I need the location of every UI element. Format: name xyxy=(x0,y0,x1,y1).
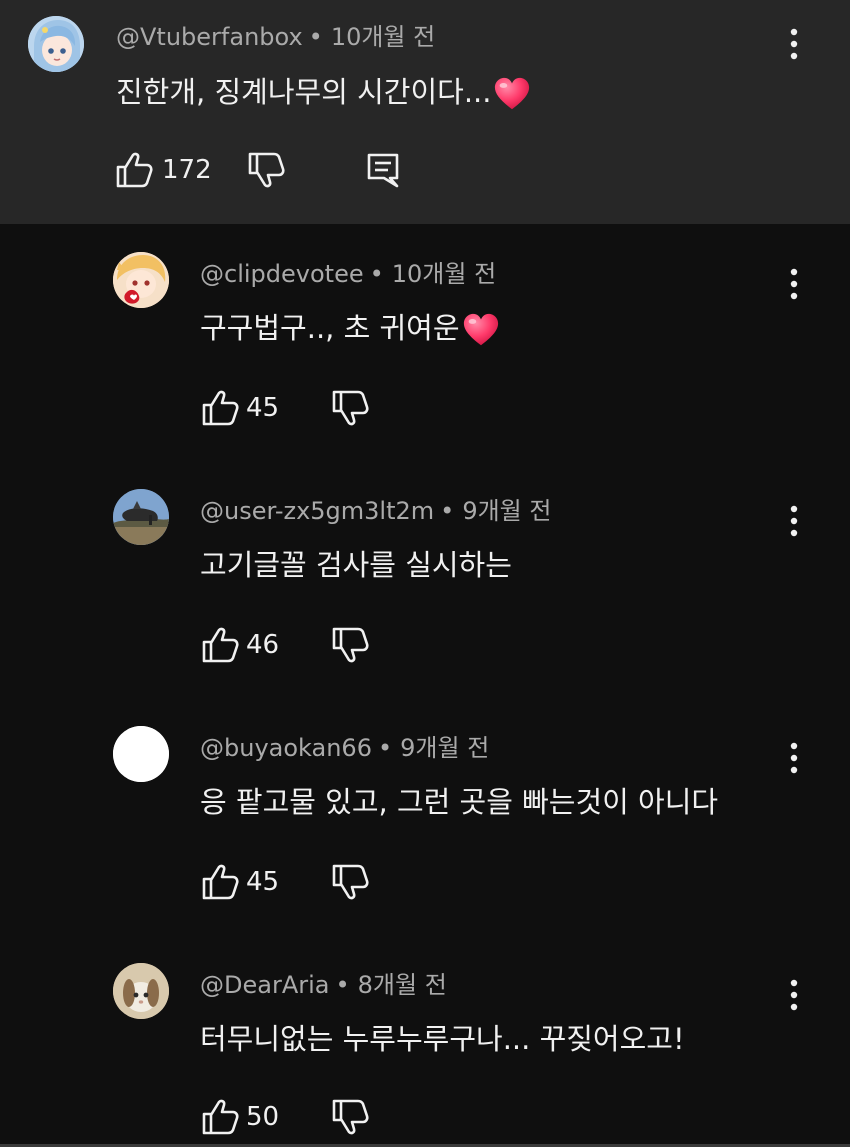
comment-text: 응 팥고물 있고, 그런 곳을 빠는것이 아니다 xyxy=(200,782,718,822)
comment-text-content: 진한개, 징계나무의 시간이다... xyxy=(116,75,492,109)
separator-dot: • xyxy=(377,734,393,762)
more-vert-icon[interactable] xyxy=(782,264,806,304)
comment-actions: 46 xyxy=(200,625,400,665)
thumbs-up-icon[interactable] xyxy=(200,388,240,428)
separator-dot: • xyxy=(335,971,350,999)
comment-text: 터무니없는 누루누루구나... 꾸짖어오고! xyxy=(200,1019,685,1059)
comment-text-content: 고기글꼴 검사를 실시하는 xyxy=(200,548,512,582)
separator-dot: • xyxy=(440,497,455,525)
comment-text-content: 구구법구.., 초 귀여운 xyxy=(200,311,460,345)
author-name[interactable]: @Vtuberfanbox xyxy=(116,23,303,51)
more-vert-icon[interactable] xyxy=(782,975,806,1015)
author-name[interactable]: @DearAria xyxy=(200,971,329,999)
comment-meta: @clipdevotee • 10개월 전 xyxy=(200,259,496,289)
comment-time[interactable]: 9개월 전 xyxy=(462,497,551,525)
comment-time[interactable]: 10개월 전 xyxy=(392,260,496,288)
avatar[interactable] xyxy=(113,489,169,545)
thumbs-up-icon[interactable] xyxy=(200,1097,240,1137)
comment-meta: @buyaokan66 • 9개월 전 xyxy=(200,733,489,763)
thumbs-down-icon[interactable] xyxy=(246,150,286,190)
like-count: 50 xyxy=(246,1102,280,1132)
comment-time[interactable]: 9개월 전 xyxy=(400,734,489,762)
avatar[interactable] xyxy=(113,963,169,1019)
reply-item: @DearAria • 8개월 전 터무니없는 누루누루구나... 꾸짖어오고! 5… xyxy=(0,949,850,1147)
thumbs-down-icon[interactable] xyxy=(330,388,370,428)
comment-text: 구구법구.., 초 귀여운 xyxy=(200,308,500,348)
comment-text: 진한개, 징계나무의 시간이다... xyxy=(116,72,531,112)
thumbs-up-icon[interactable] xyxy=(200,625,240,665)
anime-character-avatar-icon xyxy=(28,16,84,72)
comment-actions: 45 xyxy=(200,862,400,902)
avatar[interactable] xyxy=(28,16,84,72)
more-vert-icon[interactable] xyxy=(782,501,806,541)
avatar[interactable] xyxy=(113,726,169,782)
reply-item: @buyaokan66 • 9개월 전 응 팥고물 있고, 그런 곳을 빠는것이 아… xyxy=(0,712,850,942)
author-name[interactable]: @clipdevotee xyxy=(200,260,364,288)
thumbs-up-icon[interactable] xyxy=(200,862,240,902)
comment-actions: 172 xyxy=(114,150,414,190)
like-count: 46 xyxy=(246,630,280,660)
blank-white-avatar-icon xyxy=(113,726,169,782)
comment-meta: @Vtuberfanbox • 10개월 전 xyxy=(116,22,435,52)
reply-icon[interactable] xyxy=(364,150,404,190)
avatar[interactable] xyxy=(113,252,169,308)
comment-actions: 45 xyxy=(200,388,400,428)
comment-item: @Vtuberfanbox • 10개월 전 진한개, 징계나무의 시간이다... … xyxy=(0,0,850,224)
author-name[interactable]: @user-zx5gm3lt2m xyxy=(200,497,434,525)
thumbs-down-icon[interactable] xyxy=(330,1097,370,1137)
heart-emoji-icon xyxy=(462,312,500,348)
comment-text-content: 터무니없는 누루누루구나... 꾸짖어오고! xyxy=(200,1022,685,1056)
comment-time[interactable]: 8개월 전 xyxy=(358,971,447,999)
more-vert-icon[interactable] xyxy=(782,24,806,64)
rabbit-photo-avatar-icon xyxy=(113,963,169,1019)
like-count: 172 xyxy=(162,155,212,185)
thumbs-up-icon[interactable] xyxy=(114,150,154,190)
reply-item: @user-zx5gm3lt2m • 9개월 전 고기글꼴 검사를 실시하는 46 xyxy=(0,475,850,705)
thumbs-down-icon[interactable] xyxy=(330,625,370,665)
like-count: 45 xyxy=(246,393,280,423)
comment-text-content: 응 팥고물 있고, 그런 곳을 빠는것이 아니다 xyxy=(200,785,719,819)
separator-dot: • xyxy=(308,23,323,51)
landscape-photo-avatar-icon xyxy=(113,489,169,545)
author-name[interactable]: @buyaokan66 xyxy=(200,734,372,762)
comment-text: 고기글꼴 검사를 실시하는 xyxy=(200,545,512,585)
comment-meta: @user-zx5gm3lt2m • 9개월 전 xyxy=(200,496,551,526)
separator-dot: • xyxy=(369,260,384,288)
more-vert-icon[interactable] xyxy=(782,738,806,778)
comment-meta: @DearAria • 8개월 전 xyxy=(200,970,447,1000)
comment-actions: 50 xyxy=(200,1097,400,1137)
comment-time[interactable]: 10개월 전 xyxy=(331,23,435,51)
like-count: 45 xyxy=(246,867,280,897)
heart-emoji-icon xyxy=(493,76,531,112)
thumbs-down-icon[interactable] xyxy=(330,862,370,902)
anime-character-avatar-icon xyxy=(113,252,169,308)
reply-item: @clipdevotee • 10개월 전 구구법구.., 초 귀여운 45 xyxy=(0,238,850,468)
